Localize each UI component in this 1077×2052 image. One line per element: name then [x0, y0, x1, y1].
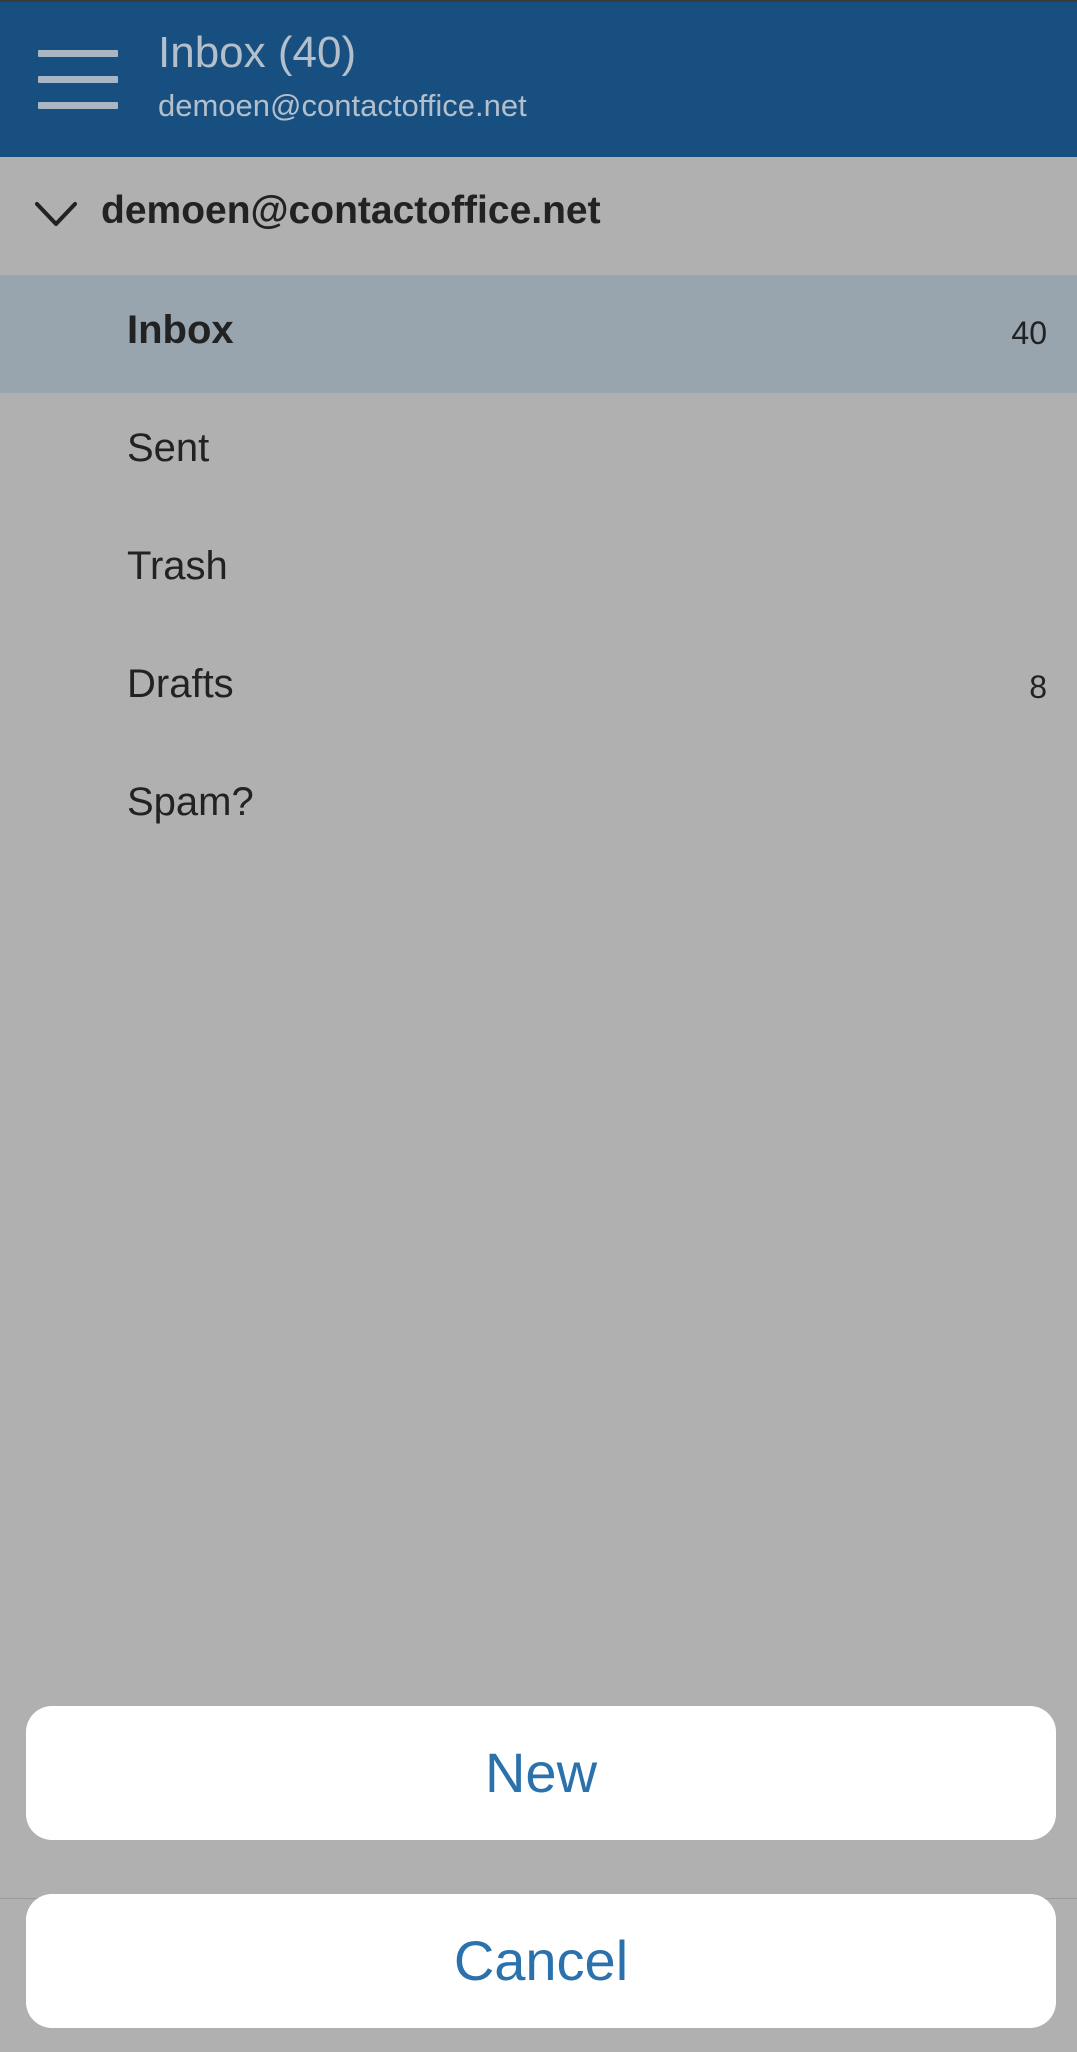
folder-label: Spam? — [127, 780, 254, 824]
header-title: Inbox (40) — [158, 28, 357, 77]
header-subtitle: demoen@contactoffice.net — [158, 88, 527, 123]
account-label: demoen@contactoffice.net — [101, 189, 601, 232]
folder-label: Inbox — [127, 308, 234, 352]
folder-label: Trash — [127, 544, 228, 588]
folder-item-inbox[interactable]: Inbox 40 — [0, 275, 1077, 393]
folder-count-badge: 40 — [1011, 315, 1047, 351]
folder-count-badge: 8 — [1029, 669, 1047, 705]
folder-item-drafts[interactable]: Drafts 8 — [0, 629, 1077, 747]
folder-item-spam[interactable]: Spam? — [0, 747, 1077, 865]
folder-item-trash[interactable]: Trash — [0, 511, 1077, 629]
chevron-down-icon — [35, 202, 77, 226]
new-button[interactable]: New — [26, 1706, 1056, 1840]
app-header: Inbox (40) demoen@contactoffice.net — [0, 0, 1077, 157]
folder-label: Drafts — [127, 662, 234, 706]
hamburger-menu-icon[interactable] — [38, 50, 118, 110]
account-row[interactable]: demoen@contactoffice.net — [0, 157, 1077, 275]
cancel-button[interactable]: Cancel — [26, 1894, 1056, 2028]
folder-label: Sent — [127, 426, 210, 470]
folder-item-sent[interactable]: Sent — [0, 393, 1077, 511]
